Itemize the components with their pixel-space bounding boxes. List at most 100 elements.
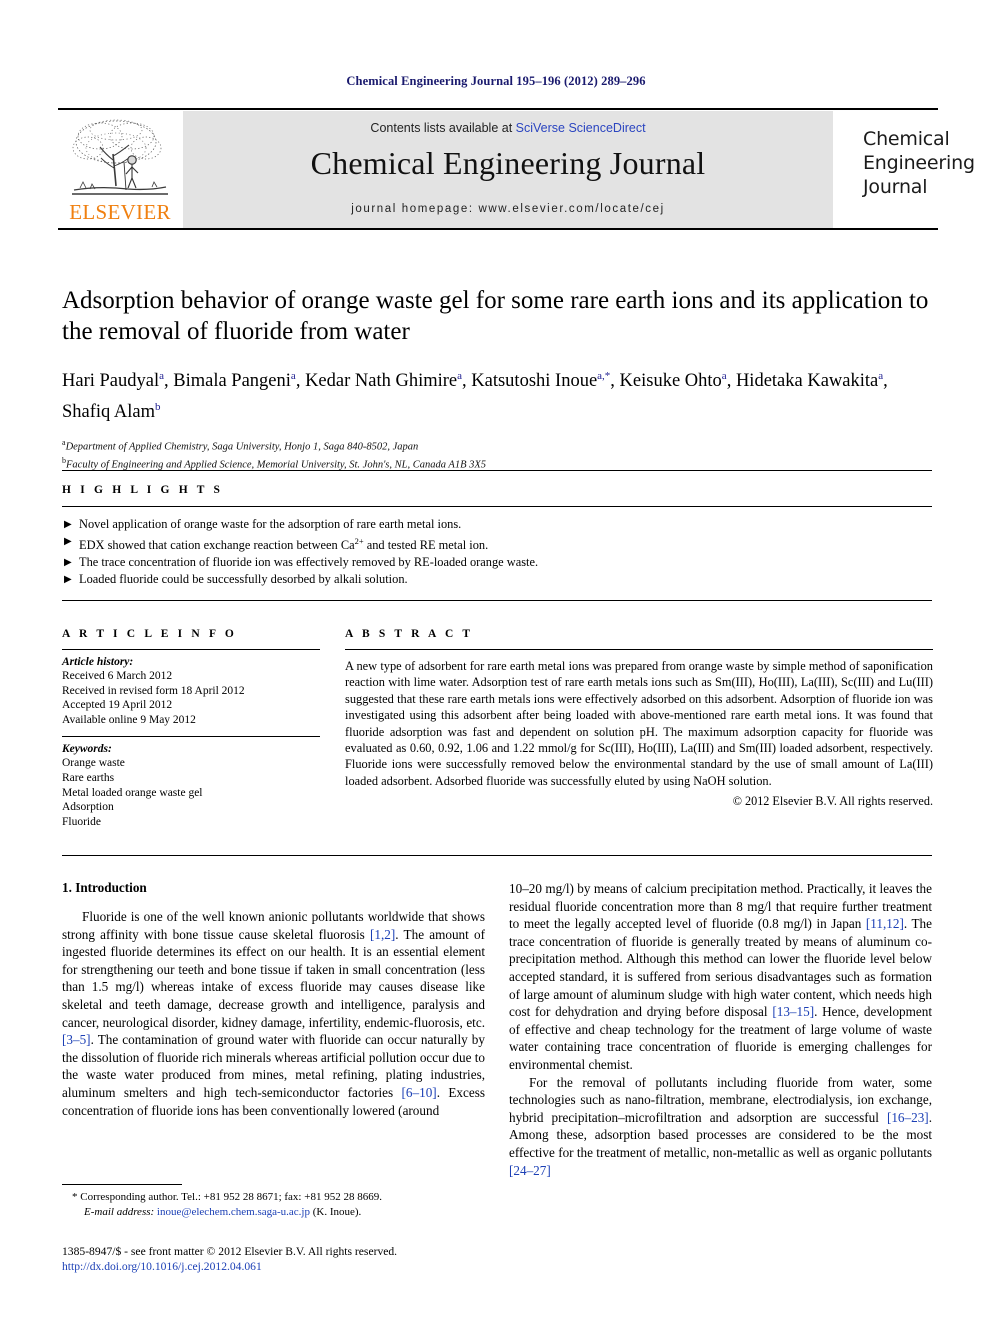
citation-ref[interactable]: [3–5] [62, 1032, 91, 1047]
title-block: Adsorption behavior of orange waste gel … [62, 285, 932, 472]
contents-prefix: Contents lists available at [370, 121, 516, 135]
email-label: E-mail address: [84, 1205, 155, 1218]
doi-link[interactable]: http://dx.doi.org/10.1016/j.cej.2012.04.… [62, 1259, 532, 1274]
affiliation-item: aDepartment of Applied Chemistry, Saga U… [62, 436, 932, 454]
body-column-left: 1. Introduction Fluoride is one of the w… [62, 880, 485, 1119]
author-name[interactable]: Keisuke Ohto [620, 371, 722, 391]
list-item: ▶ The trace concentration of fluoride ion… [64, 554, 934, 571]
highlight-text: Novel application of orange waste for th… [79, 517, 462, 531]
issn-copyright-block: 1385-8947/$ - see front matter © 2012 El… [62, 1244, 532, 1274]
author-affil-marker: a [721, 370, 727, 382]
citation-ref[interactable]: [24–27] [509, 1163, 551, 1178]
masthead-banner: Contents lists available at SciVerse Sci… [183, 111, 833, 228]
highlights-heading: H I G H L I G H T S [62, 484, 224, 496]
author-name[interactable]: Hari Paudyal [62, 371, 159, 391]
author-name[interactable]: Shafiq Alam [62, 402, 155, 422]
article-history-item: Received in revised form 18 April 2012 [62, 684, 245, 697]
highlight-text: EDX showed that cation exchange reaction… [79, 536, 489, 553]
email-suffix: (K. Inoue). [312, 1205, 362, 1218]
keyword-item: Metal loaded orange waste gel [62, 786, 203, 799]
elsevier-tree-icon [66, 116, 174, 202]
abstract-block: A B S T R A C T A new type of adsorbent … [345, 628, 933, 809]
elsevier-wordmark: ELSEVIER [69, 200, 171, 224]
corresponding-author-note: * Corresponding author. Tel.: +81 952 28… [62, 1190, 485, 1205]
keyword-item: Rare earths [62, 771, 115, 784]
corresponding-marker: * [72, 1191, 78, 1203]
body-column-right: 10–20 mg/l) by means of calcium precipit… [509, 880, 932, 1179]
author-name[interactable]: Katsutoshi Inoue [471, 371, 597, 391]
author-affil-marker: a,* [597, 370, 611, 382]
footnote-rule [62, 1184, 182, 1185]
list-item: ▶ Loaded fluoride could be successfully d… [64, 571, 934, 588]
journal-title: Chemical Engineering Journal [310, 145, 706, 181]
journal-homepage-url[interactable]: journal homepage: www.elsevier.com/locat… [183, 203, 833, 215]
abstract-heading: A B S T R A C T [345, 628, 474, 640]
author-list: Hari Paudyala, Bimala Pangenia, Kedar Na… [62, 363, 932, 425]
author-affil-marker: a [159, 370, 164, 382]
contents-available-line: Contents lists available at SciVerse Sci… [183, 121, 833, 135]
citation-ref[interactable]: [6–10] [402, 1085, 437, 1100]
article-info-heading: A R T I C L E I N F O [62, 628, 237, 640]
citation-ref[interactable]: [1,2] [370, 927, 395, 942]
page-title: Adsorption behavior of orange waste gel … [62, 287, 929, 345]
author-affil-marker: b [155, 401, 161, 414]
author-line-1: Hari Paudyala, Bimala Pangenia, Kedar Na… [62, 370, 736, 392]
cover-line-3: Journal [863, 176, 928, 198]
journal-cover-thumbnail: Chemical Engineering Journal [848, 111, 992, 228]
masthead-bottom-rule [58, 228, 938, 230]
article-info-rule [62, 649, 320, 650]
highlights-mid-rule [62, 506, 932, 507]
masthead-top-rule [58, 108, 938, 110]
email-note: E-mail address: inoue@elechem.chem.saga-… [62, 1205, 485, 1220]
highlights-list: ▶ Novel application of orange waste for t… [64, 516, 934, 588]
keywords-rule [62, 736, 320, 738]
journal-article-page: Chemical Engineering Journal 195–196 (20… [0, 0, 992, 1323]
list-item: ▶ EDX showed that cation exchange reactio… [64, 533, 934, 554]
author-name[interactable]: Kedar Nath Ghimire [305, 371, 457, 391]
citation-ref[interactable]: [13–15] [772, 1004, 814, 1019]
highlights-bottom-rule [62, 600, 932, 601]
keyword-item: Adsorption [62, 801, 114, 814]
body-top-rule [62, 855, 932, 856]
author-affil-marker: a [457, 370, 463, 382]
email-link[interactable]: inoue@elechem.chem.saga-u.ac.jp [157, 1206, 310, 1218]
author-affil-marker: a [878, 370, 884, 382]
cover-title-text: Chemical Engineering Journal [863, 127, 975, 199]
highlight-text: Loaded fluoride could be successfully de… [79, 572, 408, 587]
section-heading-introduction: 1. Introduction [62, 880, 147, 895]
article-history-label: Article history: [62, 656, 134, 668]
author-name[interactable]: Bimala Pangeni [173, 371, 291, 391]
citation-ref[interactable]: [16–23] [887, 1110, 929, 1125]
paragraph: For the removal of pollutants including … [509, 1074, 932, 1178]
list-item: ▶ Novel application of orange waste for t… [64, 516, 934, 533]
cover-line-2: Engineering [863, 152, 975, 174]
footnote-block: * Corresponding author. Tel.: +81 952 28… [62, 1190, 485, 1219]
keyword-item: Fluoride [62, 815, 101, 828]
issn-line: 1385-8947/$ - see front matter © 2012 El… [62, 1245, 398, 1258]
author-name[interactable]: Hidetaka Kawakita [736, 371, 878, 391]
paragraph: Fluoride is one of the well known anioni… [62, 909, 485, 1118]
triangle-bullet-icon: ▶ [64, 536, 72, 547]
author-affil-marker: a [290, 370, 296, 382]
triangle-bullet-icon: ▶ [64, 574, 72, 586]
article-history-item: Received 6 March 2012 [62, 670, 173, 682]
citation-ref[interactable]: [11,12] [866, 916, 904, 931]
paragraph: 10–20 mg/l) by means of calcium precipit… [509, 881, 933, 1072]
keyword-item: Orange waste [62, 757, 125, 770]
journal-masthead: ELSEVIER Contents lists available at Sci… [58, 108, 992, 230]
cover-line-1: Chemical [863, 128, 950, 150]
running-head: Chemical Engineering Journal 195–196 (20… [346, 74, 646, 88]
article-info-block: A R T I C L E I N F O Article history: R… [62, 628, 320, 829]
corresponding-text: Corresponding author. Tel.: +81 952 28 8… [80, 1191, 382, 1203]
highlights-section: H I G H L I G H T S [62, 484, 932, 496]
elsevier-logo: ELSEVIER [60, 116, 180, 228]
sciencedirect-link[interactable]: SciVerse ScienceDirect [516, 121, 646, 135]
triangle-bullet-icon: ▶ [64, 519, 72, 530]
highlights-top-rule [62, 470, 932, 471]
abstract-text: A new type of adsorbent for rare earth m… [345, 659, 933, 788]
copyright-line: © 2012 Elsevier B.V. All rights reserved… [732, 794, 933, 809]
article-history-item: Accepted 19 April 2012 [62, 699, 173, 712]
triangle-bullet-icon: ▶ [64, 557, 72, 569]
keywords-label: Keywords: [62, 743, 112, 756]
article-history-item: Available online 9 May 2012 [62, 713, 196, 726]
